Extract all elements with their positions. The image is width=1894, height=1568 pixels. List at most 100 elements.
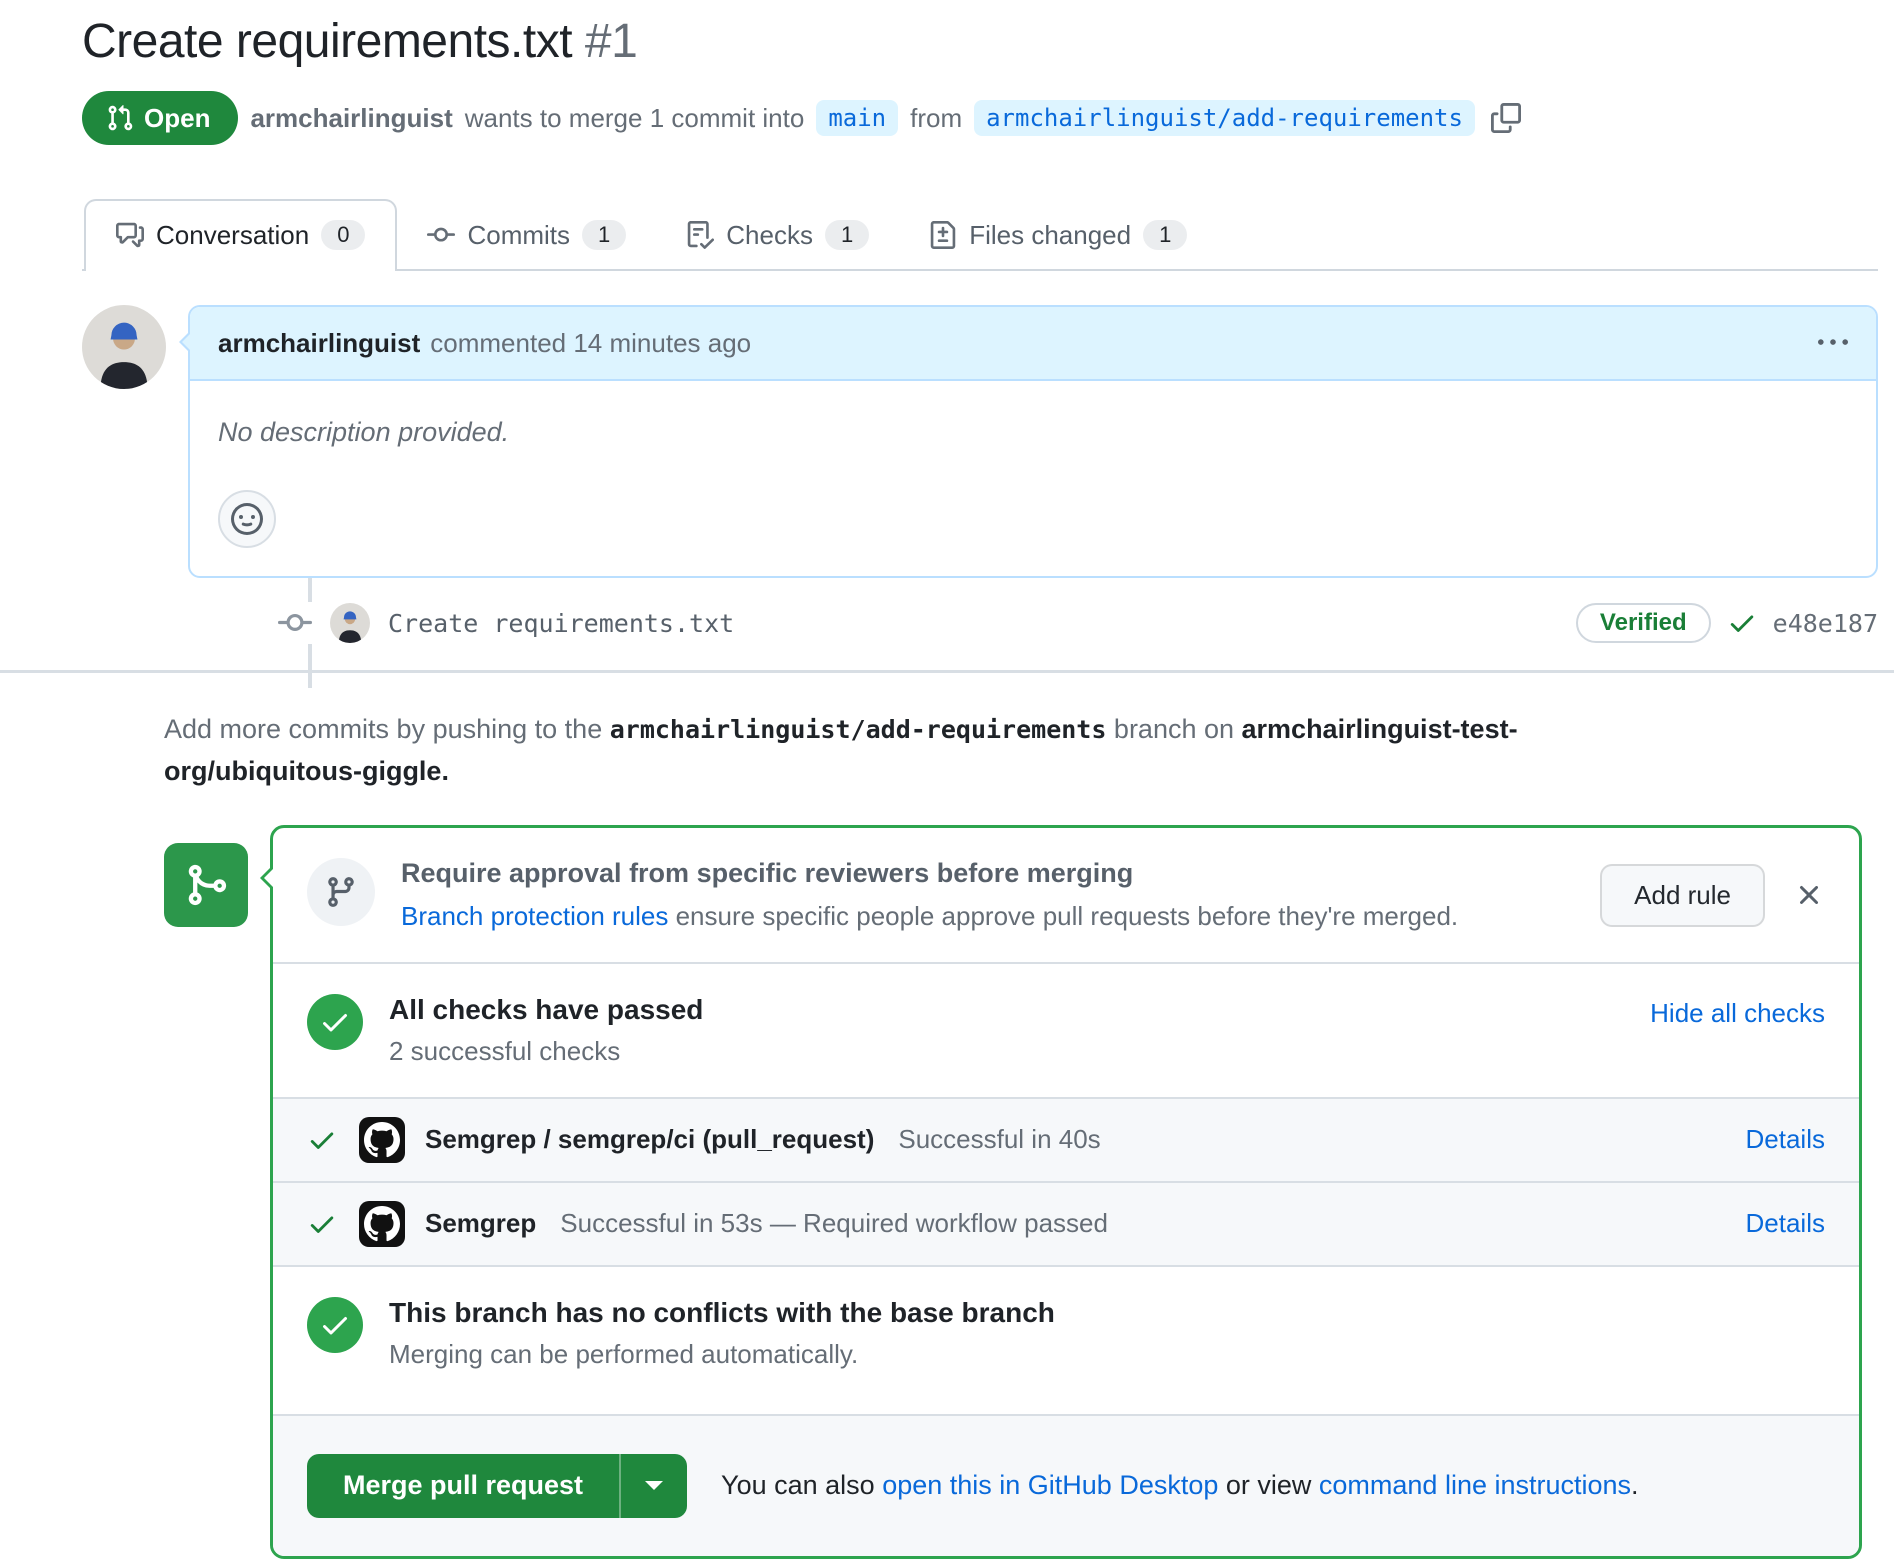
commit-area: Create requirements.txt Verified e48e187 [82, 578, 1878, 670]
comment-wrap: armchairlinguist commented 14 minutes ag… [82, 305, 1878, 578]
push-note-period: . [441, 756, 449, 786]
comment-menu-button[interactable] [1818, 328, 1848, 358]
pr-timeline: armchairlinguist commented 14 minutes ag… [82, 271, 1878, 670]
pr-meta-row: Open armchairlinguist wants to merge 1 c… [82, 91, 1878, 145]
github-desktop-link[interactable]: open this in GitHub Desktop [882, 1470, 1218, 1500]
details-link[interactable]: Details [1746, 1208, 1825, 1238]
command-line-link[interactable]: command line instructions [1319, 1470, 1631, 1500]
checks-summary-subtitle: 2 successful checks [389, 1036, 703, 1067]
check-icon [307, 1209, 337, 1239]
check-row: Semgrep / semgrep/ci (pull_request) Succ… [273, 1099, 1859, 1181]
check-icon [307, 1125, 337, 1155]
push-note-prefix: Add more commits by pushing to the [164, 714, 610, 744]
push-note-branch: armchairlinguist/add-requirements [610, 715, 1107, 744]
dismiss-rule-button[interactable] [1793, 879, 1825, 911]
tab-counter: 1 [1143, 220, 1187, 250]
also-prefix: You can also [721, 1470, 882, 1500]
merge-area: Require approval from specific reviewers… [164, 825, 1862, 1559]
tab-counter: 1 [825, 220, 869, 250]
branch-rule-text: Require approval from specific reviewers… [401, 858, 1458, 932]
commit-row: Create requirements.txt Verified e48e187 [82, 578, 1878, 670]
base-branch-pill[interactable]: main [816, 100, 898, 136]
user-avatar-image [330, 603, 370, 643]
git-branch-icon [307, 858, 375, 926]
push-note: Add more commits by pushing to the armch… [82, 673, 1582, 793]
branch-rule-section: Require approval from specific reviewers… [273, 828, 1859, 962]
period: . [1631, 1470, 1639, 1500]
pr-title-text: Create requirements.txt [82, 15, 572, 68]
merge-alternatives: You can also open this in GitHub Desktop… [721, 1470, 1639, 1501]
tab-counter: 1 [582, 220, 626, 250]
push-note-middle: branch on [1106, 714, 1241, 744]
from-text: from [910, 103, 962, 134]
check-status: Successful in 53s — Required workflow pa… [560, 1208, 1108, 1239]
comment-header: armchairlinguist commented 14 minutes ag… [190, 307, 1876, 381]
tab-commits[interactable]: Commits 1 [397, 201, 656, 269]
head-branch-pill[interactable]: armchairlinguist/add-requirements [974, 100, 1475, 136]
verified-badge[interactable]: Verified [1576, 603, 1711, 643]
checklist-icon [686, 221, 714, 249]
add-rule-button[interactable]: Add rule [1600, 864, 1765, 927]
pr-action-text: wants to merge 1 commit into [465, 103, 805, 134]
check-status: Successful in 40s [898, 1124, 1100, 1155]
commit-right: Verified e48e187 [1576, 603, 1878, 643]
merge-box: Require approval from specific reviewers… [270, 825, 1862, 1559]
comment-author[interactable]: armchairlinguist [218, 328, 420, 359]
check-name: Semgrep [425, 1208, 536, 1239]
rule-actions: Add rule [1600, 858, 1825, 927]
checks-summary-section: All checks have passed 2 successful chec… [273, 964, 1859, 1097]
branch-rule-desc: ensure specific people approve pull requ… [668, 901, 1458, 931]
commit-message[interactable]: Create requirements.txt [388, 609, 734, 638]
avatar[interactable] [82, 305, 166, 389]
tab-counter: 0 [321, 220, 365, 250]
details-link[interactable]: Details [1746, 1124, 1825, 1154]
comment-box: armchairlinguist commented 14 minutes ag… [188, 305, 1878, 578]
merge-options-dropdown[interactable] [619, 1454, 687, 1518]
kebab-icon [1818, 328, 1848, 358]
git-merge-icon [164, 843, 248, 927]
tab-label: Commits [467, 220, 570, 251]
git-commit-icon [427, 221, 455, 249]
hide-all-checks-link[interactable]: Hide all checks [1650, 998, 1825, 1028]
git-commit-icon [278, 602, 312, 644]
success-check-icon [307, 1297, 363, 1353]
conflicts-subtitle: Merging can be performed automatically. [389, 1339, 1055, 1370]
checks-summary-title: All checks have passed [389, 994, 703, 1026]
checks-summary-text: All checks have passed 2 successful chec… [389, 994, 703, 1067]
add-reaction-button[interactable] [218, 490, 276, 548]
check-icon [1727, 608, 1757, 638]
branch-protection-rules-link[interactable]: Branch protection rules [401, 901, 668, 931]
tab-checks[interactable]: Checks 1 [656, 201, 899, 269]
check-row: Semgrep Successful in 53s — Required wor… [273, 1183, 1859, 1265]
github-mark-icon [359, 1117, 405, 1163]
or-text: or view [1218, 1470, 1319, 1500]
comment-discussion-icon [116, 221, 144, 249]
tab-files-changed[interactable]: Files changed 1 [899, 201, 1217, 269]
branch-rule-title: Require approval from specific reviewers… [401, 858, 1458, 889]
pr-state-label: Open [144, 103, 210, 134]
tab-conversation[interactable]: Conversation 0 [84, 199, 397, 271]
pr-author[interactable]: armchairlinguist [250, 103, 452, 134]
github-mark-icon [359, 1201, 405, 1247]
copy-icon [1491, 103, 1521, 133]
file-diff-icon [929, 221, 957, 249]
commit-author-avatar[interactable] [330, 603, 370, 643]
commit-sha[interactable]: e48e187 [1773, 609, 1878, 638]
check-name: Semgrep / semgrep/ci (pull_request) [425, 1124, 874, 1155]
git-pull-request-icon [106, 104, 134, 132]
conflicts-text: This branch has no conflicts with the ba… [389, 1297, 1055, 1370]
merge-pull-request-button[interactable]: Merge pull request [307, 1454, 687, 1518]
comment-text: No description provided. [218, 417, 1848, 448]
page-title: Create requirements.txt #1 [82, 14, 1878, 69]
conflicts-section: This branch has no conflicts with the ba… [273, 1267, 1859, 1414]
copy-branch-button[interactable] [1491, 103, 1521, 133]
x-icon [1793, 879, 1825, 911]
tab-label: Checks [726, 220, 813, 251]
merge-button-label: Merge pull request [307, 1454, 619, 1518]
branch-rule-subtitle: Branch protection rules ensure specific … [401, 901, 1458, 932]
conflicts-title: This branch has no conflicts with the ba… [389, 1297, 1055, 1329]
pr-number: #1 [585, 15, 637, 68]
pr-page: Create requirements.txt #1 Open armchair… [0, 0, 1894, 1559]
success-check-icon [307, 994, 363, 1050]
tab-label: Conversation [156, 220, 309, 251]
